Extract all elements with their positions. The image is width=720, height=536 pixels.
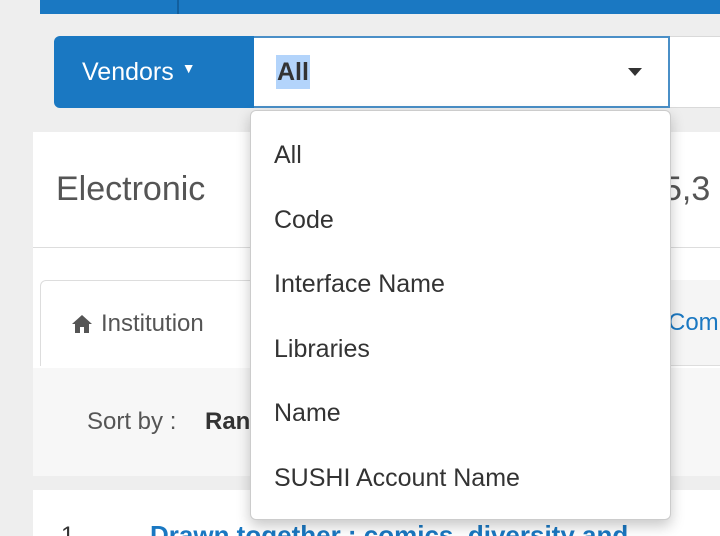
chevron-down-icon [628,68,642,76]
scope-selected-value: All [276,55,310,89]
search-scope-select[interactable]: All [254,36,670,108]
vendors-label: Vendors [82,57,174,86]
results-title: Electronic [56,170,206,208]
tab-community-label: Commun [668,308,720,336]
results-count: 5,3 [663,170,711,208]
vendors-dropdown-button[interactable]: Vendors ▼ [54,36,254,108]
top-navigation-bar [40,0,720,14]
dropdown-option-sushi-account-name[interactable]: SUSHI Account Name [274,458,654,498]
dropdown-option-name[interactable]: Name [274,393,654,433]
nav-divider [177,0,179,14]
sort-select[interactable]: Rank [205,408,250,436]
search-bar: Vendors ▼ All [54,36,720,108]
sort-label: Sort by : [87,408,177,435]
dropdown-option-libraries[interactable]: Libraries [274,329,654,369]
result-index: 1 [61,522,75,536]
dropdown-option-all[interactable]: All [274,135,654,175]
search-input[interactable] [670,36,720,108]
tab-institution-label: Institution [101,309,204,337]
home-icon [71,314,93,334]
dropdown-option-interface-name[interactable]: Interface Name [274,264,654,304]
caret-down-icon: ▼ [181,60,196,76]
dropdown-option-code[interactable]: Code [274,200,654,240]
scope-dropdown-menu: All Code Interface Name Libraries Name S… [250,110,671,520]
result-title-link[interactable]: Drawn together : comics, diversity and [150,520,628,536]
tab-institution[interactable]: Institution [40,280,270,366]
